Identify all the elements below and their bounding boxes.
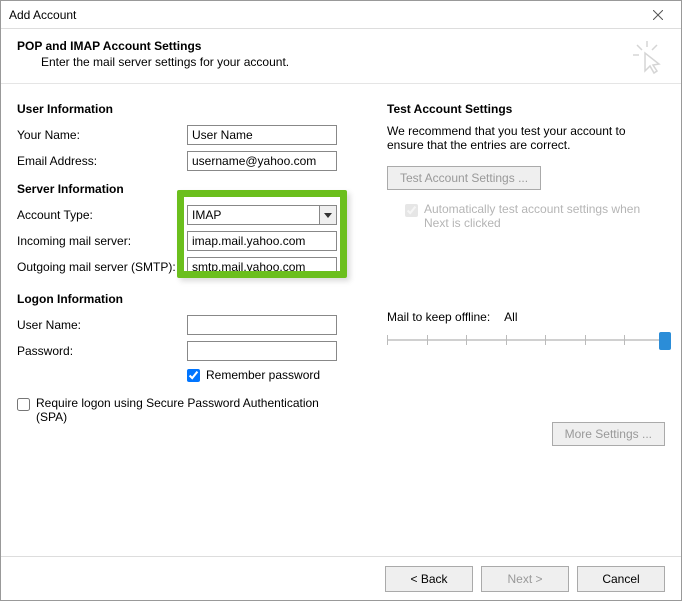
next-button[interactable]: Next > <box>481 566 569 592</box>
account-type-select[interactable]: IMAP <box>187 205 337 225</box>
auto-test-checkbox <box>405 204 418 217</box>
password-label: Password: <box>17 344 187 358</box>
remember-password-row: Remember password <box>187 368 365 382</box>
mail-offline-slider[interactable] <box>387 328 665 352</box>
outgoing-label: Outgoing mail server (SMTP): <box>17 260 187 274</box>
section-server-info: Server Information <box>17 182 365 196</box>
username-label: User Name: <box>17 318 187 332</box>
outgoing-input[interactable] <box>187 257 337 277</box>
back-button[interactable]: < Back <box>385 566 473 592</box>
row-account-type: Account Type: IMAP <box>17 204 365 226</box>
dialog-body: User Information Your Name: Email Addres… <box>1 84 681 569</box>
right-column: Test Account Settings We recommend that … <box>365 98 665 569</box>
close-icon <box>653 10 663 20</box>
mail-offline-section: Mail to keep offline: All <box>387 310 665 352</box>
pointer-arrow-icon <box>631 39 663 78</box>
username-input[interactable] <box>187 315 337 335</box>
cancel-button[interactable]: Cancel <box>577 566 665 592</box>
row-password: Password: <box>17 340 365 362</box>
incoming-label: Incoming mail server: <box>17 234 187 248</box>
spa-label: Require logon using Secure Password Auth… <box>36 396 336 424</box>
row-incoming: Incoming mail server: <box>17 230 365 252</box>
mail-offline-label: Mail to keep offline: <box>387 310 490 324</box>
section-logon-info: Logon Information <box>17 292 365 306</box>
email-input[interactable] <box>187 151 337 171</box>
auto-test-label: Automatically test account settings when… <box>424 202 664 230</box>
slider-thumb[interactable] <box>659 332 671 350</box>
dialog-header: POP and IMAP Account Settings Enter the … <box>1 29 681 84</box>
spa-checkbox[interactable] <box>17 398 30 411</box>
titlebar: Add Account <box>1 1 681 29</box>
account-type-value: IMAP <box>192 208 221 222</box>
dialog-footer: < Back Next > Cancel <box>1 556 681 600</box>
window-title: Add Account <box>9 8 643 22</box>
left-column: User Information Your Name: Email Addres… <box>17 98 365 569</box>
remember-password-label: Remember password <box>206 368 320 382</box>
remember-password-checkbox[interactable] <box>187 369 200 382</box>
email-label: Email Address: <box>17 154 187 168</box>
mail-offline-value: All <box>504 310 517 324</box>
recommend-text: We recommend that you test your account … <box>387 124 665 152</box>
your-name-label: Your Name: <box>17 128 187 142</box>
section-user-info: User Information <box>17 102 365 116</box>
your-name-input[interactable] <box>187 125 337 145</box>
row-outgoing: Outgoing mail server (SMTP): <box>17 256 365 278</box>
auto-test-row: Automatically test account settings when… <box>405 202 665 230</box>
chevron-down-icon <box>324 213 332 218</box>
password-input[interactable] <box>187 341 337 361</box>
header-subtitle: Enter the mail server settings for your … <box>41 55 665 69</box>
test-account-button[interactable]: Test Account Settings ... <box>387 166 541 190</box>
account-type-dropdown-button[interactable] <box>319 206 336 224</box>
more-settings-button[interactable]: More Settings ... <box>552 422 665 446</box>
row-your-name: Your Name: <box>17 124 365 146</box>
spa-row: Require logon using Secure Password Auth… <box>17 396 365 424</box>
header-title: POP and IMAP Account Settings <box>17 39 665 53</box>
incoming-input[interactable] <box>187 231 337 251</box>
account-type-label: Account Type: <box>17 208 187 222</box>
close-button[interactable] <box>643 1 673 29</box>
section-test: Test Account Settings <box>387 102 665 116</box>
row-email: Email Address: <box>17 150 365 172</box>
row-username: User Name: <box>17 314 365 336</box>
